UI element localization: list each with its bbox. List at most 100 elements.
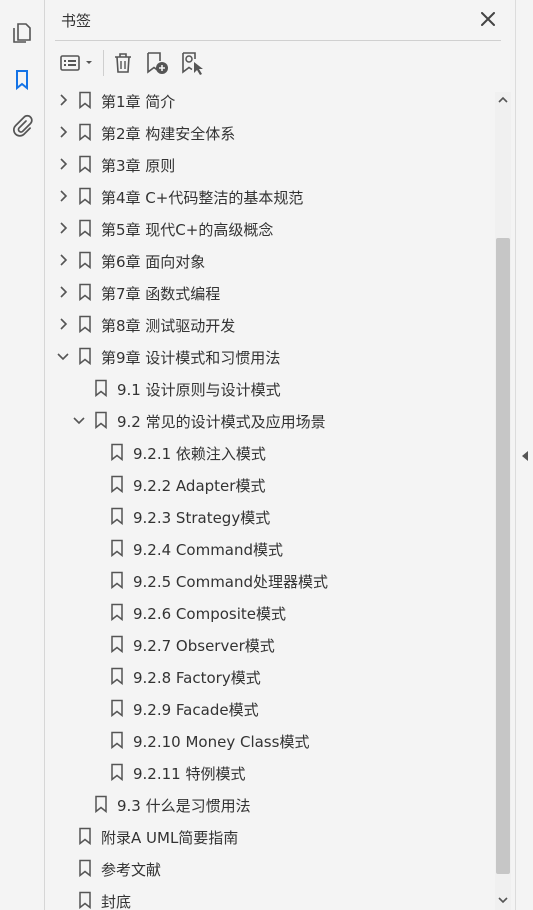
bookmark-icon (78, 347, 92, 366)
bookmark-row[interactable]: 9.2.6 Composite模式 (45, 596, 495, 628)
bookmark-tree: 第1章 简介第2章 构建安全体系第3章 原则第4章 C+代码整洁的基本规范 第5章… (45, 84, 507, 910)
bookmark-icon (78, 155, 92, 174)
bookmark-row[interactable]: 第3章 原则 (45, 148, 495, 180)
bookmark-icon (110, 667, 124, 686)
bookmark-icon (78, 283, 92, 302)
bookmark-icon (78, 251, 92, 270)
bookmark-label: 9.2.2 Adapter模式 (133, 477, 266, 495)
panel-splitter[interactable] (515, 0, 533, 910)
left-rail (0, 0, 45, 910)
bookmark-label: 第4章 C+代码整洁的基本规范 (101, 189, 304, 207)
bookmark-row[interactable]: 9.2 常见的设计模式及应用场景 (45, 404, 495, 436)
bookmark-label: 9.2.9 Facade模式 (133, 701, 259, 719)
bookmark-icon[interactable] (8, 66, 36, 94)
bookmark-label: 9.2 常见的设计模式及应用场景 (117, 413, 326, 431)
bookmark-row[interactable]: 第8章 测试驱动开发 (45, 308, 495, 340)
bookmark-label: 第6章 面向对象 (101, 253, 206, 271)
bookmark-row[interactable]: 9.2.5 Command处理器模式 (45, 564, 495, 596)
bookmark-row[interactable]: 第4章 C+代码整洁的基本规范 (45, 180, 495, 212)
bookmark-row[interactable]: 9.2.4 Command模式 (45, 532, 495, 564)
chevron-right-icon[interactable] (56, 188, 70, 204)
bookmark-icon (78, 827, 92, 846)
collapse-panel-icon[interactable] (520, 449, 530, 463)
bookmark-label: 9.2.10 Money Class模式 (133, 733, 310, 751)
chevron-right-icon[interactable] (56, 156, 70, 172)
bookmark-icon (78, 91, 92, 110)
bookmark-icon (110, 539, 124, 558)
bookmark-label: 9.2.11 特例模式 (133, 765, 246, 783)
bookmark-row[interactable]: 9.2.2 Adapter模式 (45, 468, 495, 500)
bookmark-icon (94, 379, 108, 398)
add-bookmark-icon[interactable] (144, 48, 170, 78)
bookmark-row[interactable]: 第6章 面向对象 (45, 244, 495, 276)
chevron-right-icon[interactable] (56, 284, 70, 300)
bookmark-label: 第1章 简介 (101, 93, 176, 111)
bookmark-row[interactable]: 附录A UML简要指南 (45, 820, 495, 852)
bookmark-icon (78, 219, 92, 238)
bookmark-label: 参考文献 (101, 861, 162, 879)
bookmark-row[interactable]: 9.2.7 Observer模式 (45, 628, 495, 660)
bookmark-row[interactable]: 9.2.9 Facade模式 (45, 692, 495, 724)
scrollbar[interactable] (495, 92, 511, 910)
bookmark-label: 9.2.1 依赖注入模式 (133, 445, 266, 463)
bookmark-icon (94, 795, 108, 814)
bookmark-label: 9.3 什么是习惯用法 (117, 797, 251, 815)
bookmark-icon (110, 699, 124, 718)
bookmark-row[interactable]: 第9章 设计模式和习惯用法 (45, 340, 495, 372)
bookmark-row[interactable]: 第2章 构建安全体系 (45, 116, 495, 148)
bookmark-label: 9.2.3 Strategy模式 (133, 509, 271, 527)
bookmark-icon (110, 475, 124, 494)
bookmark-row[interactable]: 9.2.8 Factory模式 (45, 660, 495, 692)
bookmark-icon (110, 603, 124, 622)
chevron-down-icon[interactable] (56, 348, 70, 364)
bookmark-row[interactable]: 第7章 函数式编程 (45, 276, 495, 308)
bookmark-row[interactable]: 第1章 简介 (45, 84, 495, 116)
bookmark-icon (78, 859, 92, 878)
bookmark-label: 9.2.7 Observer模式 (133, 637, 275, 655)
page-thumbnails-icon[interactable] (8, 19, 36, 47)
bookmark-row[interactable]: 9.3 什么是习惯用法 (45, 788, 495, 820)
panel-title: 书签 (61, 12, 92, 30)
bookmark-row[interactable]: 9.1 设计原则与设计模式 (45, 372, 495, 404)
bookmark-icon (94, 411, 108, 430)
bookmark-icon (110, 635, 124, 654)
bookmark-row[interactable]: 封底 (45, 884, 495, 910)
scroll-down-icon[interactable] (495, 892, 511, 908)
bookmark-icon (110, 763, 124, 782)
bookmark-label: 9.1 设计原则与设计模式 (117, 381, 281, 399)
find-bookmark-icon[interactable] (179, 48, 205, 78)
bookmark-row[interactable]: 9.2.1 依赖注入模式 (45, 436, 495, 468)
bookmark-icon (110, 571, 124, 590)
bookmark-label: 第8章 测试驱动开发 (101, 317, 236, 335)
scroll-up-icon[interactable] (495, 92, 511, 108)
bookmark-icon (78, 891, 92, 910)
chevron-right-icon[interactable] (56, 316, 70, 332)
chevron-right-icon[interactable] (56, 92, 70, 108)
bookmark-icon (78, 123, 92, 142)
header-divider (55, 40, 501, 41)
bookmark-row[interactable]: 9.2.11 特例模式 (45, 756, 495, 788)
bookmark-icon (110, 731, 124, 750)
bookmark-row[interactable]: 参考文献 (45, 852, 495, 884)
bookmark-label: 9.2.5 Command处理器模式 (133, 573, 329, 591)
bookmark-row[interactable]: 9.2.3 Strategy模式 (45, 500, 495, 532)
bookmark-icon (110, 507, 124, 526)
bookmark-label: 附录A UML简要指南 (101, 829, 239, 847)
bookmark-row[interactable]: 第5章 现代C+的高级概念 (45, 212, 495, 244)
bookmark-row[interactable]: 9.2.10 Money Class模式 (45, 724, 495, 756)
chevron-right-icon[interactable] (56, 124, 70, 140)
paperclip-icon[interactable] (8, 111, 36, 139)
bookmark-icon (78, 315, 92, 334)
options-menu-icon[interactable] (59, 48, 97, 78)
chevron-right-icon[interactable] (56, 252, 70, 268)
bookmark-label: 9.2.4 Command模式 (133, 541, 284, 559)
chevron-down-icon[interactable] (72, 412, 86, 428)
delete-trash-icon[interactable] (111, 48, 135, 78)
close-icon[interactable] (477, 8, 499, 30)
bookmark-label: 第2章 构建安全体系 (101, 125, 236, 143)
chevron-right-icon[interactable] (56, 220, 70, 236)
bookmark-label: 9.2.8 Factory模式 (133, 669, 261, 687)
scroll-thumb[interactable] (496, 238, 510, 874)
bookmark-label: 第5章 现代C+的高级概念 (101, 221, 274, 239)
bookmark-toolbar (45, 46, 515, 80)
